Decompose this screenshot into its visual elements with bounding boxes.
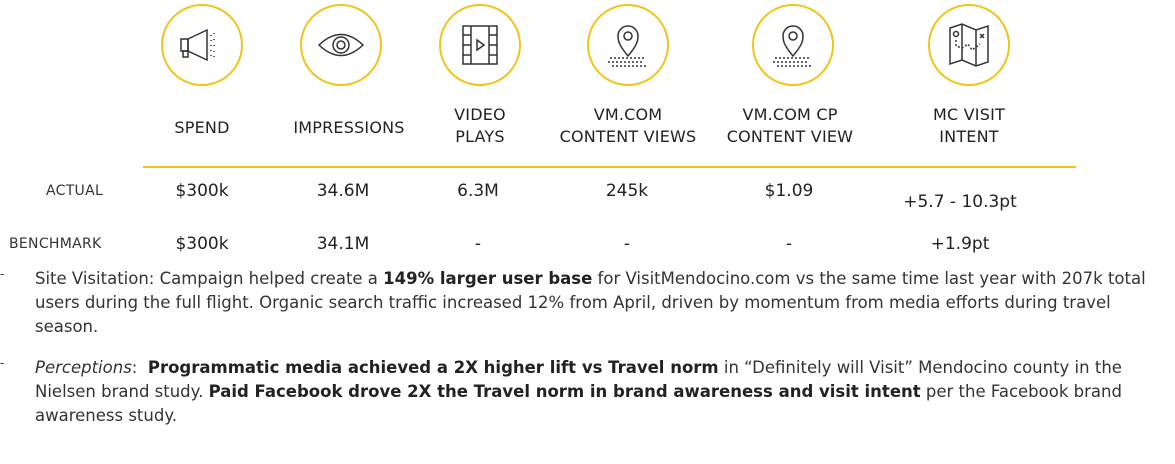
perceptions-paragraph: Perceptions: Programmatic media achieved… (35, 358, 1122, 425)
column-header-video-plays: VIDEO PLAYS (454, 105, 506, 146)
film-icon (462, 25, 498, 65)
map-icon-circle (928, 4, 1010, 86)
benchmark-video-plays: - (474, 234, 482, 254)
column-header-vm-cp-content-view: VM.COM CP CONTENT VIEW (726, 105, 854, 146)
actual-spend: $300k (175, 181, 229, 201)
bullet-dash-1: - (0, 267, 5, 281)
bullet-dash-2: - (0, 356, 5, 370)
map-pin-icon (773, 25, 813, 67)
actual-video-plays: 6.3M (457, 181, 499, 201)
benchmark-spend: $300k (175, 234, 229, 254)
film-icon-circle (439, 4, 521, 86)
column-header-spend: SPEND (174, 118, 230, 137)
megaphone-icon (180, 28, 215, 62)
column-header-vm-content-views: VM.COM CONTENT VIEWS (559, 105, 697, 146)
benchmark-vm-content-views: - (623, 234, 631, 254)
row-label-benchmark: BENCHMARK (9, 236, 102, 252)
column-header-mc-visit-intent: MC VISIT INTENT (933, 105, 1005, 146)
actual-mc-visit-intent: +5.7 - 10.3pt (903, 192, 1017, 212)
megaphone-icon-circle (161, 4, 243, 86)
site-visitation-paragraph: Site Visitation: Campaign helped create … (35, 269, 1146, 336)
row-label-actual: ACTUAL (46, 183, 104, 199)
actual-vm-content-views: 245k (605, 181, 649, 201)
map-icon (949, 23, 989, 67)
map-pin-icon (608, 25, 648, 67)
actual-impressions: 34.6M (316, 181, 370, 201)
eye-icon (317, 33, 365, 57)
map-pin-icon-circle-1 (587, 4, 669, 86)
map-pin-icon-circle-2 (752, 4, 834, 86)
eye-icon-circle (300, 4, 382, 86)
benchmark-mc-visit-intent: +1.9pt (930, 234, 990, 254)
actual-vm-cp-content-view: $1.09 (764, 181, 814, 201)
header-divider (143, 166, 1076, 168)
benchmark-vm-cp-content-view: - (785, 234, 793, 254)
benchmark-impressions: 34.1M (316, 234, 370, 254)
